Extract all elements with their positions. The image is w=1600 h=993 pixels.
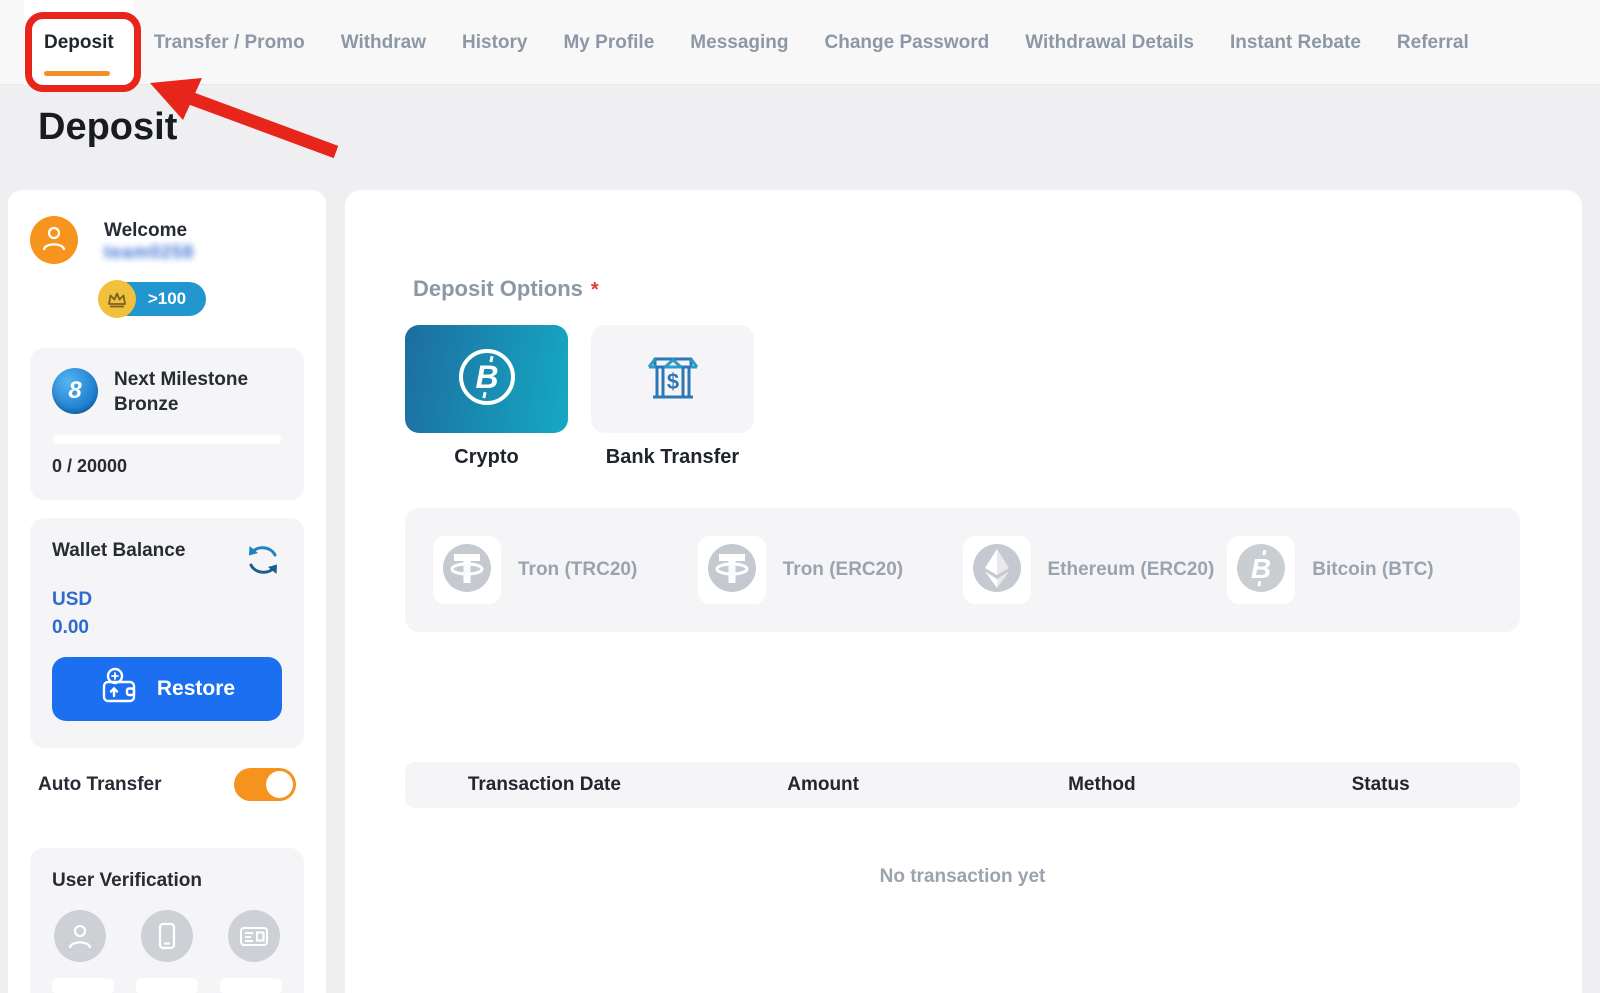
verify-phone-action[interactable] xyxy=(136,978,198,993)
deposit-option-crypto[interactable]: B Crypto xyxy=(405,325,568,469)
network-label: Tron (TRC20) xyxy=(518,559,637,581)
tab-deposit[interactable]: Deposit xyxy=(24,0,134,85)
tether-icon xyxy=(441,542,493,599)
deposit-option-bank-transfer[interactable]: $ Bank Transfer xyxy=(591,325,754,469)
svg-text:$: $ xyxy=(666,369,678,394)
bitcoin-icon: B xyxy=(454,344,520,415)
bitcoin-icon: B xyxy=(1235,542,1287,599)
sidebar: Welcome team0258 >100 8 Next Milestone B… xyxy=(8,190,326,993)
verify-id-card-icon[interactable] xyxy=(228,910,280,962)
svg-text:B: B xyxy=(1251,553,1271,584)
wallet-icon xyxy=(99,666,141,712)
column-transaction-date: Transaction Date xyxy=(405,774,684,796)
network-label: Bitcoin (BTC) xyxy=(1312,559,1433,581)
level-badge: >100 xyxy=(98,280,206,318)
network-tron-trc20[interactable]: Tron (TRC20) xyxy=(433,536,698,604)
user-verification-card: User Verification xyxy=(30,848,304,993)
column-amount: Amount xyxy=(684,774,963,796)
tab-my-profile[interactable]: My Profile xyxy=(563,0,654,85)
network-tron-erc20[interactable]: Tron (ERC20) xyxy=(698,536,963,604)
tab-instant-rebate[interactable]: Instant Rebate xyxy=(1230,0,1361,85)
user-verification-title: User Verification xyxy=(52,870,282,892)
network-label: Ethereum (ERC20) xyxy=(1048,559,1215,581)
tab-transfer-promo[interactable]: Transfer / Promo xyxy=(154,0,305,85)
milestone-card: 8 Next Milestone Bronze 0 / 20000 xyxy=(30,348,304,500)
crypto-option-label: Crypto xyxy=(454,446,518,469)
avatar xyxy=(30,216,78,264)
transactions-table-header: Transaction Date Amount Method Status xyxy=(405,762,1520,808)
tab-history[interactable]: History xyxy=(462,0,527,85)
milestone-progress-bar xyxy=(52,433,282,444)
verify-identity-icon[interactable] xyxy=(54,910,106,962)
auto-transfer-label: Auto Transfer xyxy=(38,774,162,796)
username-redacted: team0258 xyxy=(104,242,194,263)
page-title: Deposit xyxy=(38,106,177,149)
wallet-card: Wallet Balance USD 0.00 xyxy=(30,518,304,748)
crown-icon xyxy=(98,280,136,318)
ethereum-icon xyxy=(971,542,1023,599)
wallet-currency: USD xyxy=(52,589,282,611)
milestone-tier: Bronze xyxy=(114,393,248,418)
wallet-balance-title: Wallet Balance xyxy=(52,540,185,562)
refresh-icon[interactable] xyxy=(244,542,282,583)
tab-withdrawal-details[interactable]: Withdrawal Details xyxy=(1025,0,1194,85)
verify-id-card-action[interactable] xyxy=(220,978,282,993)
top-navigation: Deposit Transfer / Promo Withdraw Histor… xyxy=(0,0,1600,85)
milestone-title: Next Milestone xyxy=(114,368,248,393)
crypto-network-list: Tron (TRC20) Tron (ERC20) xyxy=(405,508,1520,632)
restore-button-label: Restore xyxy=(157,677,235,701)
column-method: Method xyxy=(963,774,1242,796)
tab-withdraw[interactable]: Withdraw xyxy=(341,0,426,85)
wallet-amount: 0.00 xyxy=(52,617,282,639)
milestone-progress-count: 0 / 20000 xyxy=(52,456,282,477)
user-icon xyxy=(39,223,69,258)
network-bitcoin-btc[interactable]: B Bitcoin (BTC) xyxy=(1227,536,1492,604)
tab-referral[interactable]: Referral xyxy=(1397,0,1469,85)
auto-transfer-row: Auto Transfer xyxy=(30,768,304,801)
verify-identity-action[interactable] xyxy=(52,978,114,993)
deposit-content-panel: Deposit Options* B Crypto xyxy=(345,190,1582,993)
auto-transfer-toggle[interactable] xyxy=(234,768,296,801)
welcome-greeting: Welcome xyxy=(104,220,194,242)
network-label: Tron (ERC20) xyxy=(783,559,903,581)
empty-transactions-message: No transaction yet xyxy=(405,866,1520,888)
restore-button[interactable]: Restore xyxy=(52,657,282,721)
bank-transfer-option-label: Bank Transfer xyxy=(606,446,739,469)
svg-text:B: B xyxy=(475,359,498,395)
bank-icon: $ xyxy=(643,347,703,412)
network-ethereum-erc20[interactable]: Ethereum (ERC20) xyxy=(963,536,1228,604)
tab-messaging[interactable]: Messaging xyxy=(690,0,788,85)
welcome-card: Welcome team0258 >100 xyxy=(30,204,304,318)
deposit-options-label: Deposit Options* xyxy=(413,276,599,302)
column-status: Status xyxy=(1241,774,1520,796)
verify-phone-icon[interactable] xyxy=(141,910,193,962)
tab-change-password[interactable]: Change Password xyxy=(825,0,990,85)
tether-icon xyxy=(706,542,758,599)
required-asterisk: * xyxy=(591,279,599,301)
milestone-coin-icon: 8 xyxy=(52,368,98,414)
